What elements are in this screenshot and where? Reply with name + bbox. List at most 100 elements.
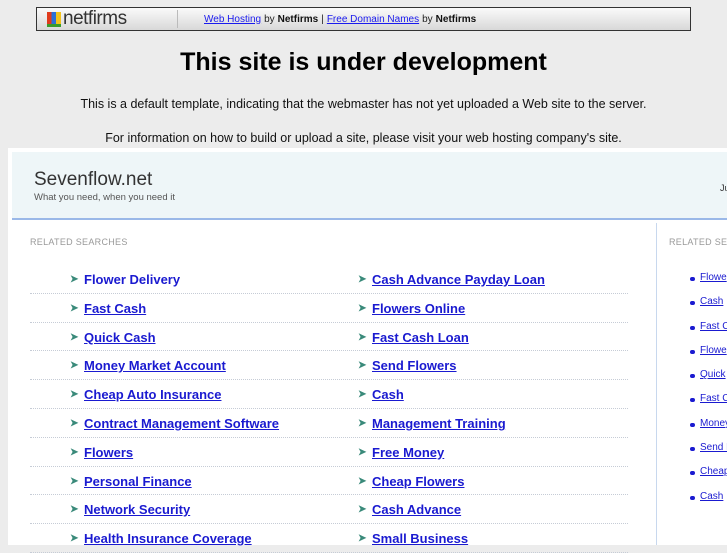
- sidebar-link[interactable]: Cheap: [700, 466, 727, 477]
- list-item: ➤ Send Flowers: [358, 358, 457, 373]
- by-text: by: [422, 13, 433, 25]
- list-item: ➤ Free Money: [358, 445, 444, 460]
- list-item: ➤ Flower Delivery: [70, 272, 180, 287]
- list-item: ➤ Cash: [358, 387, 404, 402]
- arrow-bullet-icon: ➤: [358, 302, 367, 314]
- related-search-link[interactable]: Contract Management Software: [84, 416, 279, 431]
- list-item: ➤ Contract Management Software: [70, 416, 279, 431]
- related-search-link[interactable]: Network Security: [84, 502, 190, 517]
- netfirms-logo-icon: [47, 11, 61, 27]
- related-search-link[interactable]: Management Training: [372, 416, 506, 431]
- brand-text: Netfirms: [435, 13, 477, 25]
- info-line-2: For information on how to build or uploa…: [105, 131, 622, 145]
- list-item: ➤ Health Insurance Coverage: [70, 531, 252, 546]
- related-search-link[interactable]: Cash: [372, 387, 404, 402]
- related-search-link[interactable]: Cheap Flowers: [372, 474, 464, 489]
- free-domain-names-link[interactable]: Free Domain Names: [327, 14, 419, 25]
- related-search-link[interactable]: Money Market Account: [84, 358, 226, 373]
- list-item: ➤ Network Security: [70, 502, 190, 517]
- sidebar-link[interactable]: Flowe: [700, 272, 727, 283]
- related-search-link[interactable]: Send Flowers: [372, 358, 457, 373]
- table-row: ➤ Quick Cash ➤ Fast Cash Loan: [30, 323, 628, 352]
- sidebar-link[interactable]: Flowe: [700, 345, 727, 356]
- list-item: ➤ Fast Cash Loan: [358, 330, 469, 345]
- bullet-icon: [690, 447, 695, 452]
- table-row: ➤ Flower Delivery ➤ Cash Advance Payday Loa…: [30, 265, 628, 294]
- sidebar-link[interactable]: Money: [700, 418, 727, 429]
- sidebar-link[interactable]: Send F: [700, 442, 727, 453]
- list-item: ➤ Small Business: [358, 531, 468, 546]
- table-row: ➤ Health Insurance Coverage ➤ Small Busines…: [30, 524, 628, 553]
- list-item: ➤ Personal Finance: [70, 474, 192, 489]
- sidebar-item: Flowe: [690, 345, 727, 369]
- site-header: Sevenflow.net What you need, when you ne…: [12, 152, 727, 220]
- sidebar-list: Flowe Cash Fast C Flowe Quick Fast C Money Sen…: [690, 272, 727, 515]
- sidebar-link[interactable]: Fast C: [700, 321, 727, 332]
- bullet-icon: [690, 398, 695, 403]
- sidebar-link[interactable]: Cash: [700, 296, 723, 307]
- bullet-icon: [690, 374, 695, 379]
- list-item: ➤ Flowers: [70, 445, 133, 460]
- site-tagline: What you need, when you need it: [34, 192, 176, 203]
- list-item: ➤ Cash Advance Payday Loan: [358, 272, 545, 287]
- divider: [177, 10, 178, 28]
- table-row: ➤ Money Market Account ➤ Send Flowers: [30, 351, 628, 381]
- arrow-bullet-icon: ➤: [358, 475, 367, 487]
- arrow-bullet-icon: ➤: [70, 475, 79, 487]
- list-item: ➤ Quick Cash: [70, 330, 156, 345]
- list-item: ➤ Cheap Auto Insurance: [70, 387, 221, 402]
- related-search-link[interactable]: Flowers: [84, 445, 133, 460]
- sidebar-item: Cheap: [690, 466, 727, 490]
- related-search-link[interactable]: Cheap Auto Insurance: [84, 387, 221, 402]
- bullet-icon: [690, 277, 695, 281]
- table-row: ➤ Fast Cash ➤ Flowers Online: [30, 294, 628, 323]
- related-search-link[interactable]: Health Insurance Coverage: [84, 531, 252, 546]
- list-item: ➤ Management Training: [358, 416, 506, 431]
- arrow-bullet-icon: ➤: [70, 446, 79, 458]
- bullet-icon: [690, 422, 695, 427]
- arrow-bullet-icon: ➤: [358, 504, 367, 516]
- related-search-link[interactable]: Small Business: [372, 531, 468, 546]
- related-search-link[interactable]: Free Money: [372, 445, 444, 460]
- site-name[interactable]: Sevenflow.net: [34, 169, 152, 191]
- sidebar-item: Money: [690, 418, 727, 442]
- related-searches-label: RELATED SEARCHES: [30, 237, 128, 247]
- arrow-bullet-icon: ➤: [70, 302, 79, 314]
- arrow-bullet-icon: ➤: [70, 504, 79, 516]
- info-line-1: This is a default template, indicating t…: [80, 97, 647, 111]
- list-item: ➤ Cheap Flowers: [358, 474, 464, 489]
- sidebar-item: Cash: [690, 491, 727, 515]
- related-search-link[interactable]: Fast Cash: [84, 301, 146, 316]
- arrow-bullet-icon: ➤: [358, 389, 367, 401]
- arrow-bullet-icon: ➤: [358, 533, 367, 545]
- related-search-link[interactable]: Flower Delivery: [84, 272, 180, 287]
- related-search-link[interactable]: Quick Cash: [84, 330, 156, 345]
- table-row: ➤ Personal Finance ➤ Cheap Flowers: [30, 467, 628, 496]
- netfirms-logo[interactable]: netfirms: [47, 8, 177, 30]
- sidebar-item: Quick: [690, 369, 727, 393]
- table-row: ➤ Cheap Auto Insurance ➤ Cash: [30, 380, 628, 409]
- sidebar-link[interactable]: Fast C: [700, 393, 727, 404]
- related-search-link[interactable]: Cash Advance Payday Loan: [372, 272, 545, 287]
- header-right-text: Ju: [720, 183, 727, 193]
- arrow-bullet-icon: ➤: [70, 360, 79, 372]
- sidebar-link[interactable]: Cash: [700, 491, 723, 502]
- arrow-bullet-icon: ➤: [358, 274, 367, 285]
- sidebar-link[interactable]: Quick: [700, 369, 726, 380]
- page-title: This site is under development: [180, 48, 547, 76]
- related-search-link[interactable]: Flowers Online: [372, 301, 465, 316]
- table-row: ➤ Flowers ➤ Free Money: [30, 438, 628, 467]
- arrow-bullet-icon: ➤: [70, 274, 79, 285]
- arrow-bullet-icon: ➤: [70, 533, 79, 545]
- list-item: ➤ Fast Cash: [70, 301, 146, 316]
- related-search-link[interactable]: Fast Cash Loan: [372, 330, 469, 345]
- arrow-bullet-icon: ➤: [358, 446, 367, 458]
- related-searches-list: ➤ Flower Delivery ➤ Cash Advance Payday Loa…: [30, 265, 628, 553]
- related-search-link[interactable]: Personal Finance: [84, 474, 192, 489]
- by-text: by: [264, 13, 275, 25]
- related-search-link[interactable]: Cash Advance: [372, 502, 461, 517]
- pipe: |: [321, 13, 324, 25]
- brand-text: Netfirms: [277, 13, 319, 25]
- web-hosting-link[interactable]: Web Hosting: [204, 14, 261, 25]
- list-item: ➤ Cash Advance: [358, 502, 461, 517]
